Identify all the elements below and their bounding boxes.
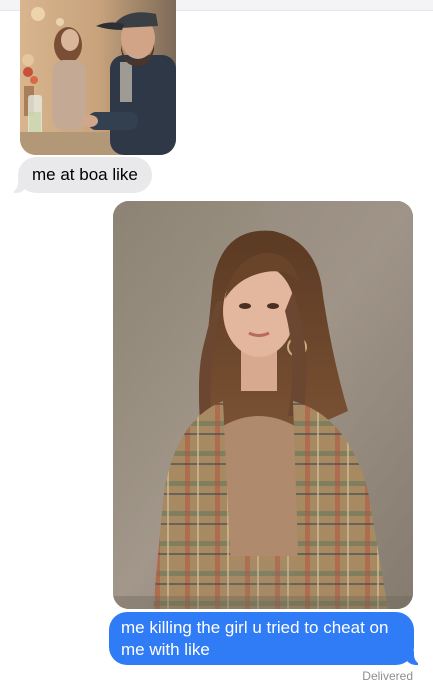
received-message-bubble[interactable]: me at boa like xyxy=(8,157,152,193)
woman-in-plaid-jacket-photo-icon xyxy=(113,201,413,609)
sent-message-text: me killing the girl u tried to cheat on … xyxy=(121,618,389,659)
received-message-text: me at boa like xyxy=(32,165,138,184)
received-photo[interactable] xyxy=(20,0,176,155)
sent-photo[interactable] xyxy=(113,201,413,609)
sent-message-bubble[interactable]: me killing the girl u tried to cheat on … xyxy=(109,612,424,665)
delivery-status: Delivered xyxy=(362,669,413,683)
man-in-cap-photo-icon xyxy=(20,0,176,155)
